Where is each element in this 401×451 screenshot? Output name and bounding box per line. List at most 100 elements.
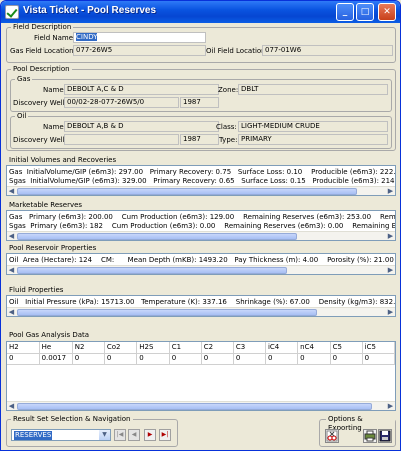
scroll-thumb[interactable] [17,233,297,240]
print-button[interactable] [363,429,377,443]
fluid-properties-legend: Fluid Properties [9,286,64,294]
gas-discovery-well-field[interactable]: 00/02-28-077-26W5/0 [64,97,179,108]
list-item: Gas InitialVolume/GIP (e6m3): 297.00 Pri… [9,168,396,176]
chevron-left-icon[interactable]: ◀ [7,266,16,274]
pool-reservoir-legend: Pool Reservoir Properties [9,244,97,252]
table-row[interactable]: 0 0.0017 0 0 0 0 0 0 0 0 0 0 [7,353,395,365]
scroll-thumb[interactable] [17,309,317,316]
close-button[interactable]: ✕ [378,3,396,21]
chevron-left-icon[interactable]: ◀ [7,232,16,240]
field-name-field[interactable]: CINDY [73,32,206,43]
gas-field-location-field[interactable]: 077-26W5 [73,45,206,56]
column-header[interactable]: C5 [330,342,363,354]
gas-field-location-value: 077-26W5 [76,46,113,54]
column-header[interactable]: C3 [233,342,266,354]
gas-zone-field[interactable]: DBLT [238,84,388,95]
save-button[interactable] [378,429,392,443]
minimize-icon: _ [342,7,348,17]
column-header[interactable]: iC4 [265,342,299,354]
oil-name-field[interactable]: DEBOLT A,B & D [64,121,219,132]
chevron-right-icon[interactable]: ▶ [386,266,395,274]
oil-discovery-year-value: 1987 [183,135,201,143]
column-header[interactable]: H2 [7,342,40,354]
column-header[interactable]: N2 [72,342,105,354]
oil-discovery-year-field[interactable]: 1987 [180,134,219,145]
first-record-button[interactable]: |◀ [114,429,126,441]
title-bar: Vista Ticket - Pool Reserves _ □ ✕ [1,1,400,23]
maximize-button[interactable]: □ [356,3,374,21]
list-item: Sgas InitialVolume/GIP (e6m3): 329.00 Pr… [9,177,396,185]
column-header[interactable]: H2S [136,342,170,354]
column-header[interactable]: C1 [169,342,202,354]
table-cell: 0 [104,353,138,365]
scroll-thumb[interactable] [17,267,287,274]
horizontal-scrollbar[interactable]: ◀ ▶ [7,186,395,195]
table-cell: 0 [72,353,105,365]
navigation-legend: Result Set Selection & Navigation [11,415,133,424]
oil-discovery-well-label: Discovery Well: [13,136,67,144]
column-header[interactable]: He [39,342,73,354]
pool-reservoir-panel[interactable]: Oil Area (Hectare): 124 CM: Mean Depth (… [6,253,396,275]
gas-analysis-table: H2 He N2 Co2 H2S C1 C2 C3 iC4 nC4 C5 iC5 0 0.0017 0 0 0 0… [7,342,395,365]
gas-name-value: DEBOLT A,C & D [67,85,124,93]
field-description-group: Field Description Field Name: CINDY Gas … [6,23,396,63]
pool-gas-analysis-legend: Pool Gas Analysis Data [9,331,90,339]
field-description-legend: Field Description [11,23,74,32]
oil-discovery-well-field[interactable] [64,134,179,145]
table-cell: 0 [136,353,170,365]
table-cell: 0 [330,353,363,365]
chevron-right-icon[interactable]: ▶ [386,308,395,316]
column-header[interactable]: C2 [201,342,234,354]
chevron-right-icon[interactable]: ▶ [386,187,395,195]
window: Vista Ticket - Pool Reserves _ □ ✕ Field… [0,0,401,451]
chevron-right-icon[interactable]: ▶ [386,232,395,240]
marketable-reserves-legend: Marketable Reserves [9,201,83,209]
column-header[interactable]: nC4 [297,342,331,354]
oil-class-value: LIGHT-MEDIUM CRUDE [241,122,320,130]
pool-gas-analysis-grid[interactable]: H2 He N2 Co2 H2S C1 C2 C3 iC4 nC4 C5 iC5 0 0.0017 0 0 0 0… [6,341,396,411]
column-header[interactable]: iC5 [362,342,395,354]
chevron-right-icon[interactable]: ▶ [386,402,395,410]
horizontal-scrollbar[interactable]: ◀ ▶ [7,231,395,240]
cut-button[interactable] [325,429,339,443]
minimize-button[interactable]: _ [336,3,354,21]
oil-class-label: Class: [216,123,237,131]
chevron-down-icon[interactable]: ▼ [99,430,110,440]
scroll-thumb[interactable] [17,188,357,195]
gas-discovery-year-field[interactable]: 1987 [180,97,219,108]
gas-name-field[interactable]: DEBOLT A,C & D [64,84,219,95]
chevron-left-icon[interactable]: ◀ [7,402,16,410]
fluid-properties-panel[interactable]: Oil Initial Pressure (kPa): 15713.00 Tem… [6,295,396,317]
pool-description-legend: Pool Description [11,65,72,74]
horizontal-scrollbar[interactable]: ◀ ▶ [7,401,395,410]
initial-volumes-panel[interactable]: Gas InitialVolume/GIP (e6m3): 297.00 Pri… [6,165,396,196]
next-record-button[interactable]: ▶ [144,429,156,441]
oil-name-label: Name: [43,123,67,131]
horizontal-scrollbar[interactable]: ◀ ▶ [7,307,395,316]
marketable-reserves-panel[interactable]: Gas Primary (e6m3): 200.00 Cum Productio… [6,210,396,241]
gas-discovery-well-value: 00/02-28-077-26W5/0 [67,98,145,106]
oil-name-value: DEBOLT A,B & D [67,122,124,130]
table-cell: 0 [265,353,299,365]
oil-group: Oil Name: DEBOLT A,B & D Class: LIGHT-ME… [10,112,392,149]
gas-discovery-well-label: Discovery Well: [13,99,67,107]
table-cell: 0 [362,353,395,365]
horizontal-scrollbar[interactable]: ◀ ▶ [7,265,395,274]
list-item: Gas Primary (e6m3): 200.00 Cum Productio… [9,213,396,221]
gas-group: Gas Name: DEBOLT A,C & D Zone: DBLT Disc… [10,75,392,112]
result-set-select[interactable]: RESERVES ▼ [11,429,111,441]
last-record-button[interactable]: ▶| [159,429,171,441]
initial-volumes-legend: Initial Volumes and Recoveries [9,156,117,164]
previous-record-button[interactable]: ◀ [128,429,140,441]
table-cell: 0 [297,353,331,365]
oil-field-location-field[interactable]: 077-01W6 [262,45,393,56]
column-header[interactable]: Co2 [104,342,138,354]
oil-type-value: PRIMARY [241,135,272,143]
oil-type-field[interactable]: PRIMARY [238,134,388,145]
chevron-left-icon[interactable]: ◀ [7,308,16,316]
scroll-thumb[interactable] [17,403,372,410]
cut-icon [326,430,338,442]
chevron-left-icon[interactable]: ◀ [7,187,16,195]
oil-class-field[interactable]: LIGHT-MEDIUM CRUDE [238,121,388,132]
table-header-row: H2 He N2 Co2 H2S C1 C2 C3 iC4 nC4 C5 iC5 [7,342,395,354]
